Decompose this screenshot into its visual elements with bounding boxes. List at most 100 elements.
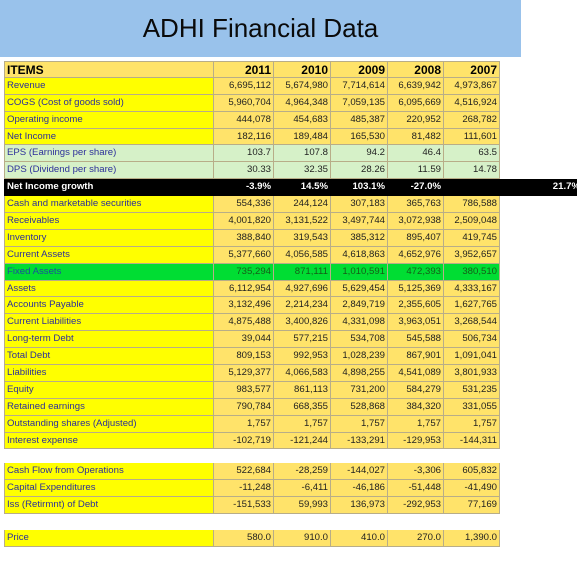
cell[interactable]: 3,268,544: [444, 314, 500, 332]
cell[interactable]: 731,200: [331, 381, 388, 399]
cell[interactable]: 3,963,051: [388, 314, 444, 332]
cell[interactable]: 454,683: [274, 111, 331, 129]
cell[interactable]: 4,927,696: [274, 280, 331, 298]
cell[interactable]: 4,001,820: [214, 213, 274, 230]
cell[interactable]: 2,849,719: [331, 297, 388, 315]
cell[interactable]: 63.5: [444, 145, 500, 163]
cell[interactable]: 577,215: [274, 331, 331, 349]
cell[interactable]: 871,111: [274, 263, 331, 281]
cell[interactable]: 182,116: [214, 128, 274, 146]
row-label[interactable]: Operating income: [4, 111, 214, 129]
cell[interactable]: 4,331,098: [331, 314, 388, 332]
cell[interactable]: 485,387: [331, 111, 388, 129]
row-label[interactable]: Outstanding shares (Adjusted): [4, 415, 214, 433]
cell[interactable]: 861,113: [274, 381, 331, 399]
cell[interactable]: 472,393: [388, 263, 444, 281]
cell[interactable]: 1,757: [274, 415, 331, 433]
cell[interactable]: 21.7%: [500, 179, 577, 197]
cell[interactable]: 534,708: [331, 331, 388, 349]
row-label[interactable]: Net Income growth: [4, 179, 214, 197]
cell[interactable]: -144,027: [331, 463, 388, 481]
cell[interactable]: 1,757: [444, 415, 500, 433]
cell[interactable]: 2,509,048: [444, 213, 500, 230]
row-label[interactable]: Price: [4, 530, 214, 548]
row-label[interactable]: DPS (Dividend per share): [4, 162, 214, 180]
cell[interactable]: 3,952,657: [444, 246, 500, 264]
cell[interactable]: 809,153: [214, 348, 274, 366]
row-label[interactable]: Assets: [4, 280, 214, 298]
header-year[interactable]: 2008: [388, 61, 444, 78]
cell[interactable]: 270.0: [388, 530, 444, 548]
cell[interactable]: 5,125,369: [388, 280, 444, 298]
cell[interactable]: -151,533: [214, 497, 274, 515]
cell[interactable]: -6,411: [274, 480, 331, 498]
cell[interactable]: -129,953: [388, 432, 444, 450]
row-label[interactable]: Revenue: [4, 77, 214, 95]
cell[interactable]: 3,131,522: [274, 213, 331, 230]
cell[interactable]: 319,543: [274, 229, 331, 247]
cell[interactable]: -28,259: [274, 463, 331, 481]
cell[interactable]: 983,577: [214, 381, 274, 399]
cell[interactable]: 32.35: [274, 162, 331, 180]
cell[interactable]: 910.0: [274, 530, 331, 548]
cell[interactable]: 4,541,089: [388, 365, 444, 382]
cell[interactable]: 77,169: [444, 497, 500, 515]
cell[interactable]: 388,840: [214, 229, 274, 247]
row-label[interactable]: COGS (Cost of goods sold): [4, 94, 214, 112]
cell[interactable]: 4,066,583: [274, 365, 331, 382]
cell[interactable]: 220,952: [388, 111, 444, 129]
cell[interactable]: 365,763: [388, 196, 444, 214]
cell[interactable]: 103.7: [214, 145, 274, 163]
cell[interactable]: 2,355,605: [388, 297, 444, 315]
cell[interactable]: 4,973,867: [444, 77, 500, 95]
cell[interactable]: 3,072,938: [388, 213, 444, 230]
cell[interactable]: 6,695,112: [214, 77, 274, 95]
row-label[interactable]: Retained earnings: [4, 398, 214, 416]
cell[interactable]: 1,757: [214, 415, 274, 433]
cell[interactable]: 189,484: [274, 128, 331, 146]
cell[interactable]: -11,248: [214, 480, 274, 498]
cell[interactable]: -121,244: [274, 432, 331, 450]
cell[interactable]: 895,407: [388, 229, 444, 247]
header-year[interactable]: 2010: [274, 61, 331, 78]
row-label[interactable]: Cash and marketable securities: [4, 196, 214, 214]
cell[interactable]: 4,875,488: [214, 314, 274, 332]
cell[interactable]: 1,091,041: [444, 348, 500, 366]
cell[interactable]: 3,801,933: [444, 365, 500, 382]
row-label[interactable]: Cash Flow from Operations: [4, 463, 214, 481]
cell[interactable]: 786,588: [444, 196, 500, 214]
row-label[interactable]: Current Assets: [4, 246, 214, 264]
cell[interactable]: 867,901: [388, 348, 444, 366]
row-label[interactable]: Inventory: [4, 229, 214, 247]
cell[interactable]: 4,056,585: [274, 246, 331, 264]
cell[interactable]: 5,629,454: [331, 280, 388, 298]
cell[interactable]: 3,132,496: [214, 297, 274, 315]
cell[interactable]: 4,333,167: [444, 280, 500, 298]
row-label[interactable]: Equity: [4, 381, 214, 399]
cell[interactable]: 39,044: [214, 331, 274, 349]
cell[interactable]: 735,294: [214, 263, 274, 281]
header-items[interactable]: ITEMS: [4, 61, 214, 78]
cell[interactable]: 380,510: [444, 263, 500, 281]
row-label[interactable]: Interest expense: [4, 432, 214, 450]
cell[interactable]: 4,964,348: [274, 94, 331, 112]
cell[interactable]: 14.78: [444, 162, 500, 180]
cell[interactable]: 331,055: [444, 398, 500, 416]
cell[interactable]: -27.0%: [388, 179, 444, 197]
cell[interactable]: 1,757: [331, 415, 388, 433]
cell[interactable]: 7,059,135: [331, 94, 388, 112]
cell[interactable]: 107.8: [274, 145, 331, 163]
cell[interactable]: 790,784: [214, 398, 274, 416]
cell[interactable]: 5,674,980: [274, 77, 331, 95]
cell[interactable]: [444, 179, 500, 197]
cell[interactable]: -51,448: [388, 480, 444, 498]
row-label[interactable]: Accounts Payable: [4, 297, 214, 315]
cell[interactable]: 528,868: [331, 398, 388, 416]
cell[interactable]: 1,010,591: [331, 263, 388, 281]
cell[interactable]: -292,953: [388, 497, 444, 515]
cell[interactable]: 136,973: [331, 497, 388, 515]
cell[interactable]: 111,601: [444, 128, 500, 146]
row-label[interactable]: Liabilities: [4, 365, 214, 382]
header-year[interactable]: 2009: [331, 61, 388, 78]
cell[interactable]: 584,279: [388, 381, 444, 399]
